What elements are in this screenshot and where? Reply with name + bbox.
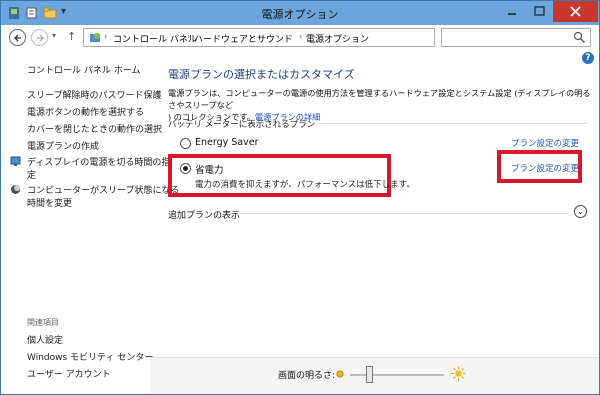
search-input[interactable] [441, 28, 591, 47]
breadcrumb-hardware-sound[interactable]: ハードウェアとサウンド [194, 32, 293, 45]
sleep-moon-icon [11, 185, 20, 194]
sidebar-item-create-plan[interactable]: 電源プランの作成 [27, 139, 99, 152]
brightness-high-icon [451, 366, 466, 381]
sidebar-item-display-off-line2: 定 [27, 171, 37, 181]
up-arrow-icon[interactable]: ↑ [67, 30, 79, 44]
breadcrumb-separator-icon: › [299, 32, 303, 41]
breadcrumb-control-panel[interactable]: コントロール パネル [113, 32, 197, 45]
plan-energy-saver-change-link[interactable]: プラン設定の変更 [511, 137, 579, 149]
battery-plans-heading: バッテリ メーターに表示されるプラン [168, 120, 316, 130]
sidebar-item-lid-close[interactable]: カバーを閉じたときの動作の選択 [27, 122, 162, 135]
plan-power-saver-change-link[interactable]: プラン設定の変更 [511, 162, 579, 174]
arrow-left-icon [13, 34, 21, 41]
search-icon[interactable] [573, 31, 586, 44]
brightness-slider-track[interactable] [350, 374, 444, 376]
plan-power-saver-name[interactable]: 省電力 [195, 162, 224, 176]
sidebar-item-display-off-line1: ディスプレイの電源を切る時間の指 [27, 158, 171, 168]
minimize-icon [508, 13, 516, 15]
related-mobility-center-link[interactable]: Windows モビリティ センター [27, 350, 153, 363]
related-user-accounts-link[interactable]: ユーザー アカウント [27, 367, 111, 380]
page-title: 電源プランの選択またはカスタマイズ [168, 68, 355, 81]
sidebar-home-link[interactable]: コントロール パネル ホーム [27, 63, 140, 76]
title-bar: ▾ 電源オプション [1, 1, 599, 25]
close-icon [570, 6, 581, 17]
address-bar[interactable]: › コントロール パネル › ハードウェアとサウンド › 電源オプション ▾ ↻ [83, 28, 512, 47]
breadcrumb-separator-icon: › [187, 32, 191, 41]
breadcrumb-power-options[interactable]: 電源オプション [306, 32, 369, 45]
brightness-label: 画面の明るさ: [278, 371, 336, 381]
plan-power-saver-radio[interactable] [180, 163, 191, 174]
back-button[interactable] [9, 29, 26, 46]
forward-button[interactable] [31, 29, 48, 46]
recent-locations-icon[interactable]: ▾ [52, 31, 62, 43]
main-content: 電源プランの選択またはカスタマイズ 電源プランは、コンピューターの電源の使用方法… [150, 51, 599, 394]
plan-energy-saver-radio[interactable] [180, 138, 191, 149]
sidebar-item-password[interactable]: スリープ解除時のパスワード保護 [27, 88, 161, 101]
minimize-button[interactable] [498, 1, 526, 22]
sidebar-item-power-button[interactable]: 電源ボタンの動作を選択する [27, 105, 144, 118]
related-personalization-link[interactable]: 個人設定 [27, 333, 63, 346]
maximize-button[interactable] [526, 1, 553, 22]
window: ▾ 電源オプション ▾ ↑ › コントロール パネル › ハードウェアとサウンド… [0, 0, 600, 395]
close-button[interactable] [553, 1, 598, 22]
show-more-plans-label[interactable]: 追加プランの表示 [168, 208, 240, 221]
section-divider [318, 123, 588, 124]
navigation-bar: ▾ ↑ › コントロール パネル › ハードウェアとサウンド › 電源オプション… [1, 25, 599, 51]
control-panel-icon [90, 33, 100, 42]
plan-power-saver-desc: 電力の消費を抑えますが、パフォーマンスは低下します。 [195, 180, 415, 190]
brightness-slider-thumb[interactable] [366, 366, 373, 383]
sidebar: コントロール パネル ホーム スリープ解除時のパスワード保護 電源ボタンの動作を… [1, 51, 179, 394]
breadcrumb-separator-icon: › [104, 32, 108, 41]
brightness-low-icon [336, 370, 344, 378]
brightness-bar: 画面の明るさ: [150, 357, 599, 394]
more-plans-divider [238, 213, 568, 214]
sidebar-item-display-off[interactable]: ディスプレイの電源を切る時間の指 定 [27, 155, 170, 181]
chevron-down-icon[interactable]: ⌄ [574, 205, 587, 218]
related-heading: 関連項目 [27, 318, 59, 327]
arrow-right-icon [36, 34, 44, 41]
maximize-icon [534, 6, 545, 16]
display-icon [10, 156, 21, 166]
description-line1: 電源プランは、コンピューターの電源の使用方法を管理するハードウェア設定とシステム… [168, 88, 591, 110]
plan-energy-saver-name[interactable]: Energy Saver [195, 137, 259, 148]
